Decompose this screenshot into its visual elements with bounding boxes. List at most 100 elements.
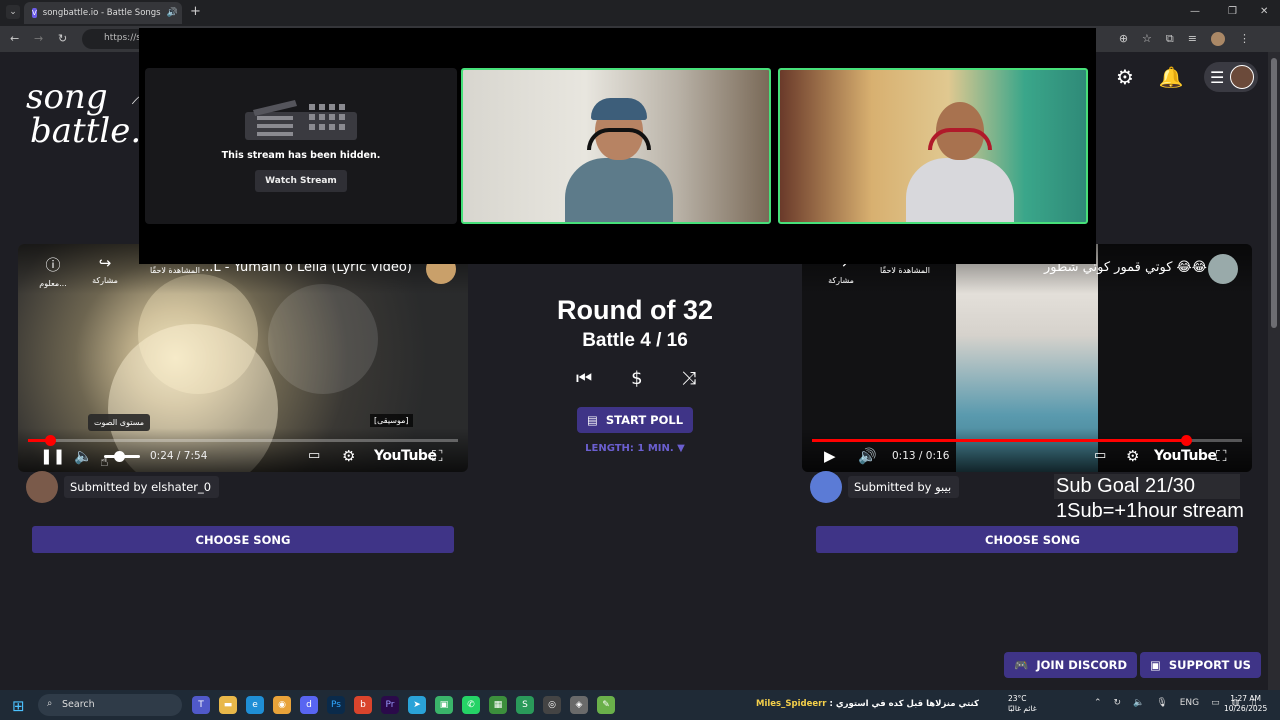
ticker-message: : كنتي منزلاها قبل كده في استوري [826,699,979,709]
progress-bar[interactable] [28,435,458,446]
windows-start-icon[interactable]: ⊞ [12,697,25,715]
profile-avatar[interactable] [1211,32,1225,46]
telegram-icon[interactable]: ➤ [408,696,426,714]
hidden-stream-message: This stream has been hidden. [221,150,381,161]
support-us-button[interactable]: ▣ SUPPORT US [1140,652,1261,678]
settings-gear-icon[interactable]: ⚙ [1112,64,1138,90]
display-icon[interactable]: ▭ [1211,698,1220,708]
donate-icon[interactable]: $ [631,368,642,389]
back-icon[interactable]: ← [10,32,19,45]
youtube-logo[interactable]: YouTube [1154,448,1217,464]
volume-icon[interactable]: 🔊 [858,446,877,466]
teams-icon[interactable]: T [192,696,210,714]
windows-taskbar: ⊞ ⌕ Search T ▬ e ◉ d Ps b Pr ➤ ▣ ✆ ▦ S ◎… [0,690,1280,720]
previous-battle-icon[interactable]: ⏮ [576,368,592,389]
join-discord-button[interactable]: 🎮 JOIN DISCORD [1004,652,1138,678]
reload-icon[interactable]: ↻ [58,32,67,45]
support-us-label: SUPPORT US [1168,658,1251,672]
start-poll-button[interactable]: ▤ START POLL [577,407,693,433]
notepad-icon[interactable]: ✎ [597,696,615,714]
user-avatar [1230,65,1255,89]
search-label: Search [62,699,95,710]
search-icon: ⌕ [47,698,53,709]
page-scrollbar[interactable] [1268,52,1280,690]
twitch-icon: ▣ [1150,658,1161,672]
edge-icon[interactable]: e [246,696,264,714]
browser-menu-icon[interactable]: ⋮ [1239,32,1250,46]
bookmark-star-icon[interactable]: ☆ [1142,32,1152,46]
discord-icon: 🎮 [1014,658,1029,672]
progress-scrubber[interactable] [44,435,56,446]
fullscreen-icon[interactable]: ⛶ [1216,446,1227,466]
watch-later-button[interactable]: المشاهدة لاحقًا [142,266,208,275]
shuffle-icon[interactable]: ⤨ [682,368,696,389]
play-icon[interactable]: ▶ [824,446,836,466]
premiere-icon[interactable]: Pr [381,696,399,714]
extensions-icon[interactable]: ⧉ [1166,32,1174,46]
share-button[interactable]: ↪ مشاركة [80,254,130,285]
new-tab-button[interactable]: + [190,4,201,19]
watch-later-button[interactable]: المشاهدة لاحقًا [872,266,938,275]
poll-length-select[interactable]: LENGTH: 1 MIN. ▼ [560,443,710,454]
photoshop-icon[interactable]: Ps [327,696,345,714]
brave-icon[interactable]: b [354,696,372,714]
progress-fill [812,439,1187,442]
choose-left-song-button[interactable]: CHOOSE SONG [32,526,454,553]
settings-icon[interactable]: ⚙ [342,446,355,466]
minecraft-icon[interactable]: ▦ [489,696,507,714]
sync-icon[interactable]: ↻ [1114,698,1122,708]
info-icon: ⓘ [45,256,61,274]
notifications-bell-icon[interactable]: 🔔 [1158,64,1184,90]
channel-avatar[interactable] [1208,254,1238,284]
watch-stream-button[interactable]: Watch Stream [255,170,347,192]
volume-knob[interactable] [114,451,125,462]
scrollbar-thumb[interactable] [1271,58,1277,328]
right-video-player[interactable]: ↪مشاركة المشاهدة لاحقًا كوتي قمور كوتي ش… [802,244,1252,472]
minimize-button[interactable]: — [1190,6,1200,17]
site-logo[interactable]: song battle.i 𝒱 [26,80,177,148]
pause-icon[interactable]: ❚❚ [40,446,65,466]
weather-widget[interactable]: 23°C غائم غالبًا [1008,694,1037,714]
chat-ticker: Miles_Spideerr : كنتي منزلاها قبل كده في… [756,699,979,709]
zoom-icon[interactable]: ⊕ [1119,32,1128,46]
progress-bar[interactable] [812,435,1242,446]
left-submitter: Submitted by elshater_0 [26,471,220,503]
close-window-button[interactable]: ✕ [1260,6,1268,17]
captions-icon[interactable]: ▭ [308,446,320,466]
mouse-cursor-icon: ☝ [100,454,109,470]
captions-icon[interactable]: ▭ [1094,446,1106,466]
taskbar-clock[interactable]: 1:27 AM 10/26/2025 [1224,694,1267,714]
browser-tab[interactable]: V songbattle.io - Battle Songs 🔊 ✕ [24,2,182,24]
settings-icon[interactable]: ⚙ [1126,446,1139,466]
language-indicator[interactable]: ENG [1180,698,1199,708]
volume-icon[interactable]: 🔈 [74,446,93,466]
chevron-up-icon[interactable]: ⌃ [1094,698,1102,708]
media-icon[interactable]: ≡ [1188,32,1197,46]
app-icon[interactable]: ▣ [435,696,453,714]
user-menu[interactable]: ☰ [1204,62,1258,92]
clock-time: 1:27 AM [1230,694,1262,703]
battle-controls: ⏮ $ ⤨ [576,368,696,389]
taskbar-search[interactable]: ⌕ Search [38,694,182,716]
app-icon[interactable]: ◈ [570,696,588,714]
whatsapp-icon[interactable]: ✆ [462,696,480,714]
speaker-icon: 🔊 [166,8,178,18]
watch-later-label: المشاهدة لاحقًا [149,266,200,275]
chrome-icon[interactable]: ◉ [273,696,291,714]
left-video-player[interactable]: ⓘ معلوم... ↪ مشاركة المشاهدة لاحقًا ...L -… [18,244,468,472]
mic-icon[interactable]: 🎙 [1156,698,1167,708]
tab-list-button[interactable]: ⌄ [6,5,20,19]
choose-right-song-button[interactable]: CHOOSE SONG [816,526,1238,553]
sub-goal-text: Sub Goal 21/30 [1054,474,1240,499]
streamer-figure [900,102,1020,222]
speaker-tray-icon[interactable]: 🔈 [1133,698,1144,708]
forward-icon[interactable]: → [34,32,43,45]
file-explorer-icon[interactable]: ▬ [219,696,237,714]
spreadsheet-icon[interactable]: S [516,696,534,714]
youtube-logo[interactable]: YouTube [374,448,437,464]
fullscreen-icon[interactable]: ⛶ [432,446,443,466]
obs-icon[interactable]: ◎ [543,696,561,714]
maximize-button[interactable]: ❐ [1228,6,1237,17]
info-button[interactable]: ⓘ معلوم... [28,254,78,288]
discord-taskbar-icon[interactable]: d [300,696,318,714]
